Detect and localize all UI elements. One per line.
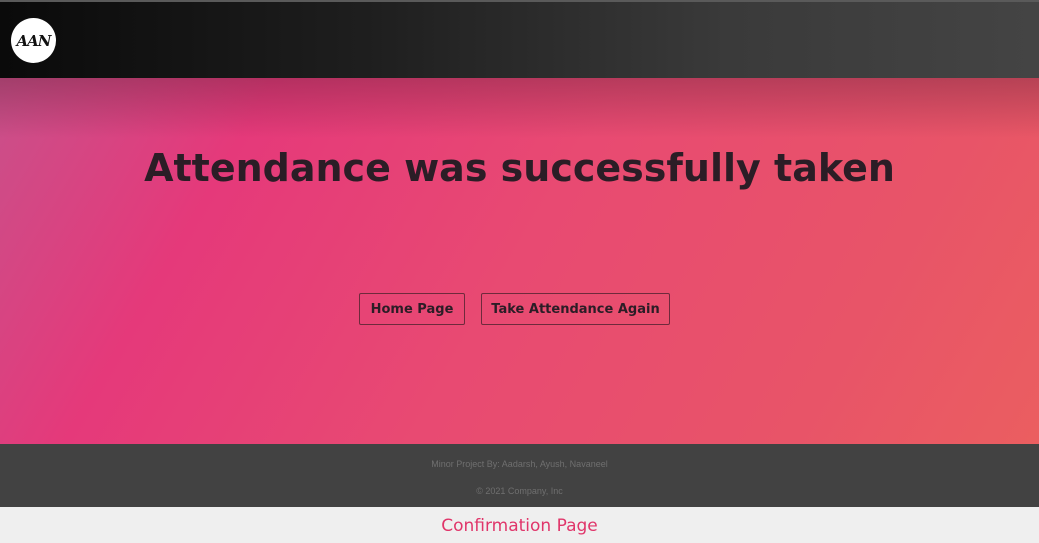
take-attendance-again-button[interactable]: Take Attendance Again (481, 293, 670, 325)
page-title: Attendance was successfully taken (144, 146, 895, 190)
footer: Minor Project By: Aadarsh, Ayush, Navane… (0, 444, 1039, 507)
hero-section: Attendance was successfully taken Home P… (0, 78, 1039, 444)
home-page-button[interactable]: Home Page (359, 293, 465, 325)
footer-credits: Minor Project By: Aadarsh, Ayush, Navane… (431, 459, 608, 469)
logo[interactable]: AAN (11, 18, 56, 63)
navbar: AAN (0, 0, 1039, 78)
footer-copyright: © 2021 Company, Inc (476, 486, 563, 496)
page-caption: Confirmation Page (441, 516, 598, 536)
